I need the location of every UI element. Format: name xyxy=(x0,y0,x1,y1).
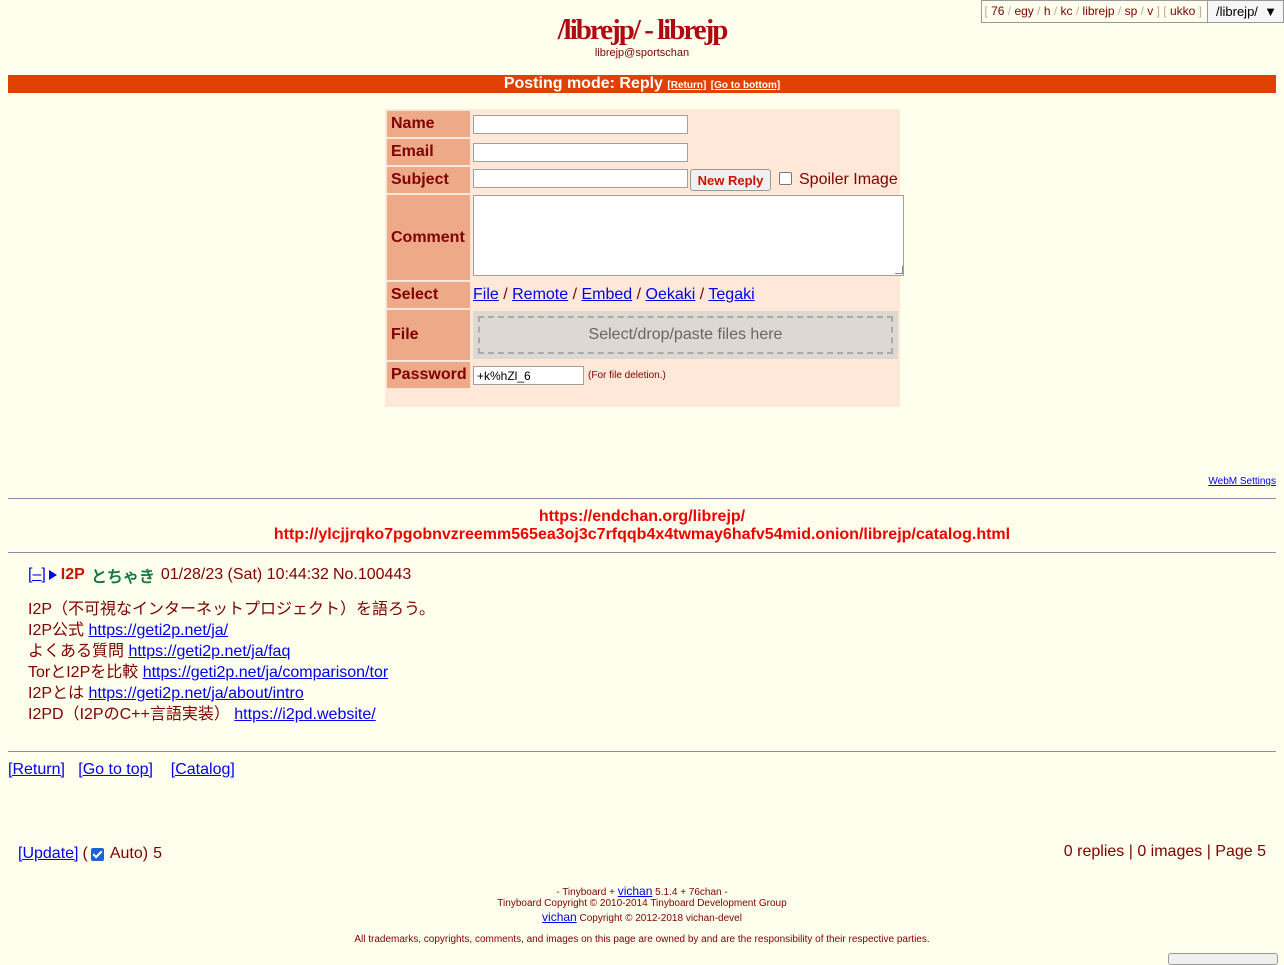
posting-mode-banner: Posting mode: Reply [Return] [Go to bott… xyxy=(8,75,1276,93)
select-tegaki-link[interactable]: Tegaki xyxy=(708,286,754,303)
password-field[interactable]: +k%hZl_6 xyxy=(473,366,584,385)
page-subtitle: librejp@sportschan xyxy=(594,47,690,59)
footer-text: - Tinyboard + xyxy=(556,887,615,898)
select-remote-link[interactable]: Remote xyxy=(512,286,568,303)
footer-line-3: vichan Copyright © 2012-2018 vichan-deve… xyxy=(0,910,1284,924)
play-icon[interactable] xyxy=(48,570,57,580)
footer-line-1: - Tinyboard + vichan 5.1.4 + 76chan - xyxy=(0,884,1284,898)
password-note: (For file deletion.) xyxy=(588,370,666,381)
announcement-line-2: http://ylcjjrqko7pgobnvzreemm565ea3oj3c7… xyxy=(273,526,1011,543)
post-number-value: 100443 xyxy=(357,566,412,583)
footer-disclaimer: All trademarks, copyrights, comments, an… xyxy=(354,934,930,945)
return-link-top[interactable]: [Return] xyxy=(667,80,706,91)
spoiler-label: Spoiler Image xyxy=(799,171,898,188)
vichan-link[interactable]: vichan xyxy=(542,910,577,924)
new-reply-button[interactable]: New Reply xyxy=(690,169,771,191)
subject-field[interactable] xyxy=(473,169,688,188)
thread-nav: [Return] [Go to top] [Catalog] xyxy=(8,761,235,779)
comment-textarea[interactable] xyxy=(473,195,904,276)
footer-text: Copyright © 2012-2018 vichan-devel xyxy=(579,913,742,924)
resize-handle-icon[interactable] xyxy=(895,266,903,274)
post-number-prefix: No. xyxy=(332,566,358,583)
name-field[interactable] xyxy=(473,115,688,134)
style-select[interactable] xyxy=(1168,953,1278,965)
spoiler-checkbox[interactable] xyxy=(779,172,792,185)
post-header: [–] I2P とちゃき 01/28/23 (Sat) 10:44:32 No.… xyxy=(28,563,411,587)
post-subject: I2P xyxy=(60,566,85,583)
posting-mode-label: Posting mode: Reply xyxy=(503,75,663,92)
announcement-line-1: https://endchan.org/librejp/ xyxy=(538,508,746,525)
update-bar: [Update] ( Auto) 5 xyxy=(18,845,162,863)
name-label: Name xyxy=(387,111,470,137)
select-options: File / Remote / Embed / Oekaki / Tegaki xyxy=(473,286,755,303)
thread-stats: 0 replies | 0 images | Page 5 xyxy=(1063,843,1266,860)
email-label: Email xyxy=(387,139,470,165)
dropzone-text: Select/drop/paste files here xyxy=(478,316,893,354)
update-link[interactable]: [Update] xyxy=(18,845,78,863)
body-text: I2PD（I2PのC++言語実装） xyxy=(28,706,235,723)
select-file-link[interactable]: File xyxy=(473,286,499,303)
select-embed-link[interactable]: Embed xyxy=(582,286,633,303)
update-countdown: 5 xyxy=(153,845,162,862)
comment-label: Comment xyxy=(387,195,470,280)
body-link[interactable]: https://i2pd.website/ xyxy=(234,706,375,723)
file-dropzone[interactable]: Select/drop/paste files here xyxy=(473,311,898,359)
select-label: Select xyxy=(387,282,470,308)
auto-update-checkbox[interactable] xyxy=(90,847,104,861)
webm-settings-link[interactable]: WebM Settings xyxy=(1208,476,1276,487)
divider xyxy=(8,552,1276,553)
page-title: /librejp/ - librejp xyxy=(557,14,729,46)
file-label: File xyxy=(387,310,470,360)
auto-label: Auto) xyxy=(109,845,149,862)
go-to-top-link[interactable]: [Go to top] xyxy=(78,761,153,778)
subject-label: Subject xyxy=(387,167,470,193)
divider xyxy=(8,751,1276,752)
divider xyxy=(8,498,1276,499)
post-date: 01/28/23 (Sat) 10:44:32 xyxy=(160,566,329,583)
post-number[interactable]: No.100443 xyxy=(333,566,411,584)
go-to-bottom-link[interactable]: [Go to bottom] xyxy=(711,80,780,91)
email-field[interactable] xyxy=(473,143,688,162)
catalog-link[interactable]: [Catalog] xyxy=(171,761,235,778)
post-body-line: I2PD（I2PのC++言語実装） https://i2pd.website/ xyxy=(28,700,376,724)
post-author: とちゃき xyxy=(90,569,155,586)
select-oekaki-link[interactable]: Oekaki xyxy=(646,286,696,303)
return-link[interactable]: [Return] xyxy=(8,761,65,778)
open-paren: ( xyxy=(82,845,88,862)
footer-line-2: Tinyboard Copyright © 2010-2014 Tinyboar… xyxy=(497,898,787,909)
footer-text: 5.1.4 + 76chan - xyxy=(655,887,728,898)
password-label: Password xyxy=(387,362,470,388)
vichan-link[interactable]: vichan xyxy=(618,884,653,898)
hide-thread-toggle[interactable]: [–] xyxy=(28,566,46,584)
